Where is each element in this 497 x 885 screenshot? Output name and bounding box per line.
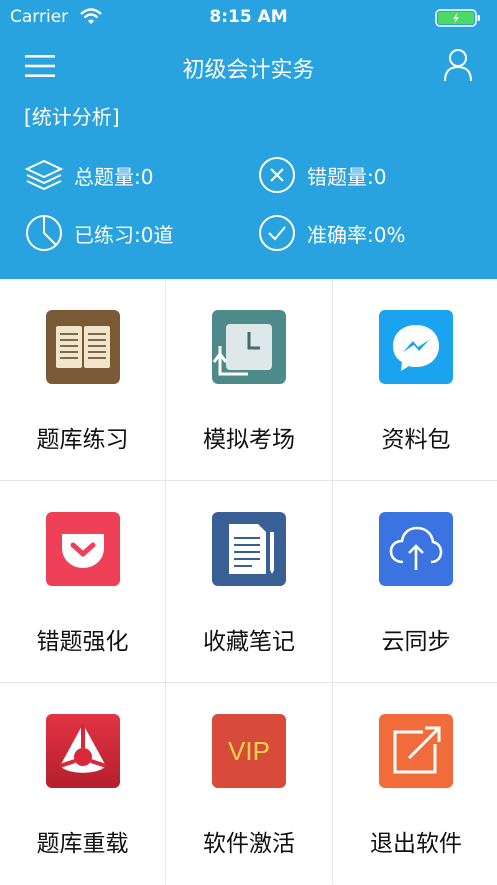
layers-icon [24,159,64,191]
menu-item-label: 收藏笔记 [203,629,295,655]
menu-item-cloud-sync[interactable]: 云同步 [333,481,497,682]
menu-item-label: 资料包 [381,427,451,453]
menu-item-mock-exam[interactable]: 模拟考场 [166,279,332,480]
reload-icon [45,714,120,788]
book-icon [45,310,120,384]
menu-item-label: 退出软件 [370,831,462,857]
menu-item-label: 错题强化 [36,629,129,655]
close-circle-icon [259,157,295,193]
battery-icon [435,9,480,27]
pocket-icon [45,512,120,586]
menu-item-question-bank[interactable]: 题库练习 [0,279,165,480]
menu-item-exit[interactable]: 退出软件 [333,683,497,885]
stats-section-label: [统计分析] [24,105,120,129]
status-bar: Carrier 8:15 AM [0,0,497,34]
menu-item-label: 云同步 [381,629,451,655]
clock-time: 8:15 AM [209,7,288,27]
nav-bar: 初级会计实务 [0,40,497,94]
menu-item-label: 软件激活 [203,831,295,857]
header: Carrier 8:15 AM 初级会计实务 [统计分析] 总题量:0 错题量:… [0,0,497,279]
menu-item-reload-bank[interactable]: 题库重载 [0,683,165,885]
exit-icon [379,714,453,788]
accuracy-text: 准确率:0% [307,222,406,247]
cloud-upload-icon [379,512,453,586]
menu-item-label: 题库重载 [36,831,129,857]
practiced-text: 已练习:0道 [74,222,174,247]
stat-wrong-questions: 错题量:0 [257,155,386,195]
stat-practiced: 已练习:0道 [24,213,173,253]
check-circle-icon [259,215,295,251]
page-title: 初级会计实务 [182,58,315,83]
menu-item-label: 题库练习 [36,427,129,453]
vip-icon: VIP [212,714,286,788]
clock-icon [212,310,286,384]
menu-item-materials[interactable]: 资料包 [333,279,497,480]
messenger-icon [379,310,453,384]
menu-grid: 题库练习 模拟考场 资料包 错题强化 收藏笔记 云同步 题库重载 VIP 软件激… [0,279,497,885]
menu-item-activate[interactable]: VIP 软件激活 [166,683,332,885]
vip-text: VIP [228,736,270,766]
stat-total-questions: 总题量:0 [24,155,153,195]
menu-item-label: 模拟考场 [203,427,295,453]
menu-item-notes[interactable]: 收藏笔记 [166,481,332,682]
total-questions-text: 总题量:0 [74,164,154,189]
pie-chart-icon [26,215,62,251]
wrong-questions-text: 错题量:0 [307,164,387,189]
user-icon[interactable] [443,48,473,82]
menu-item-wrong-questions[interactable]: 错题强化 [0,481,165,682]
stat-accuracy: 准确率:0% [257,213,405,253]
notes-icon [212,512,286,586]
